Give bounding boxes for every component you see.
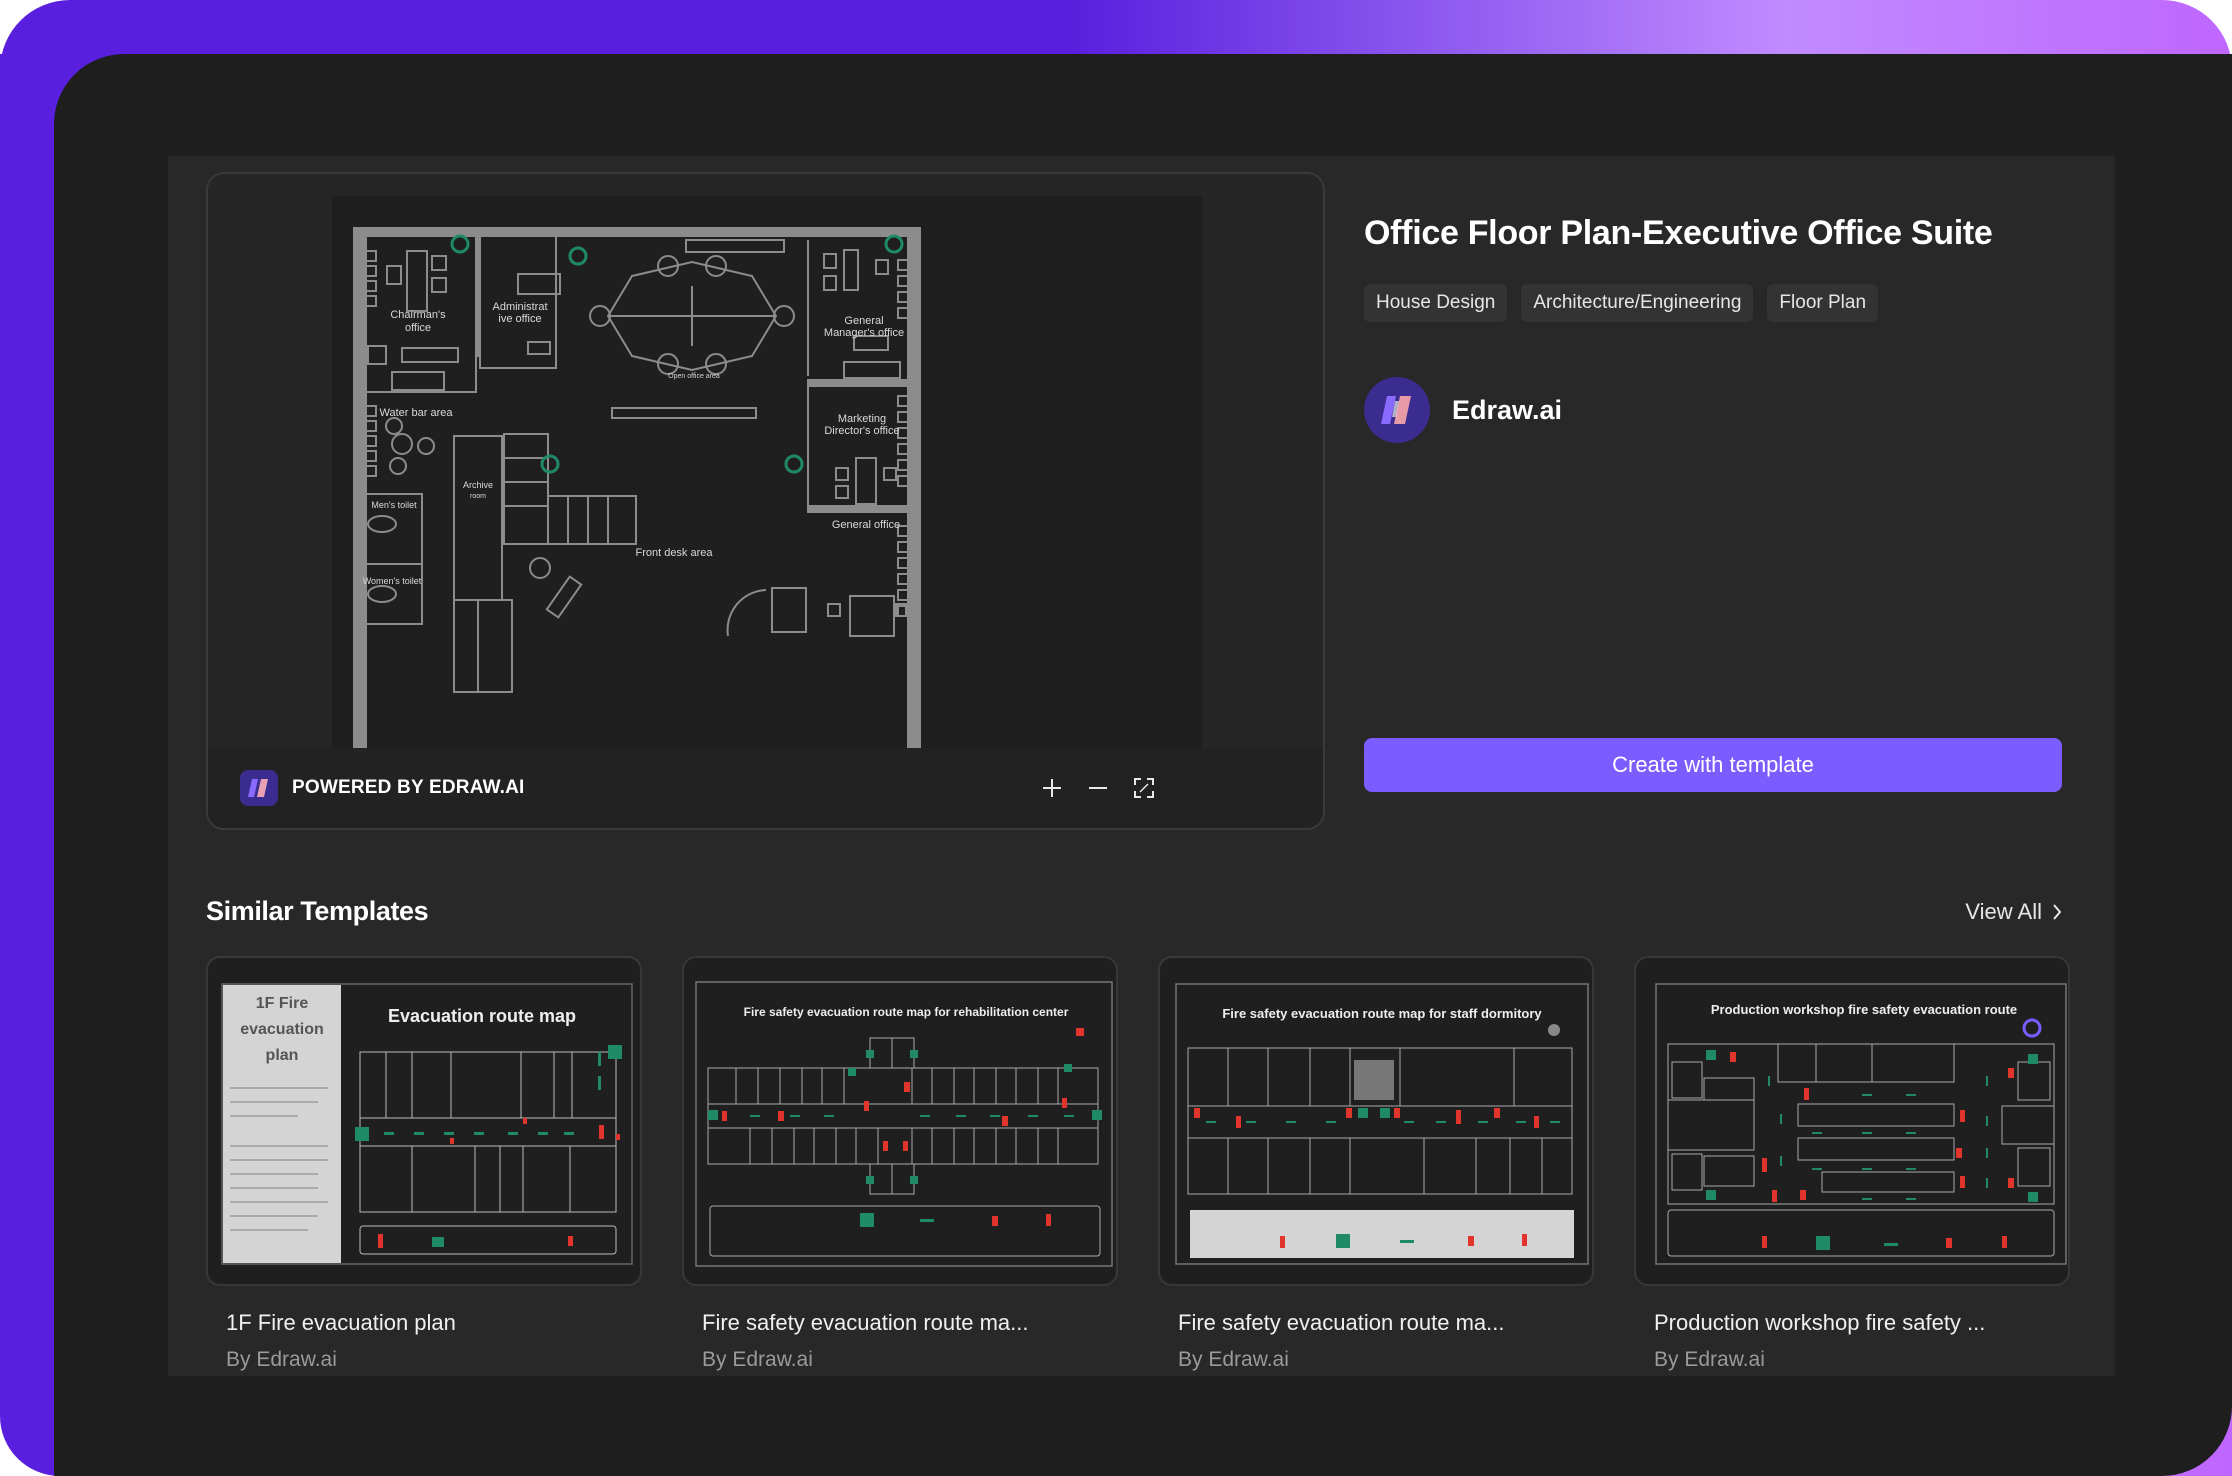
template-thumbnail[interactable]: 1F Fire evacuation plan Evacuation route… — [206, 956, 642, 1286]
template-card-author: By Edraw.ai — [226, 1348, 337, 1371]
edraw-logo-icon — [1381, 396, 1411, 424]
window-frame-edge — [0, 54, 60, 1476]
tag-list: House Design Architecture/Engineering Fl… — [1364, 284, 1879, 322]
view-all-label: View All — [1965, 899, 2042, 924]
label-chairman-1: Chairman's — [390, 309, 446, 321]
thumbnail-rehabilitation-center: Fire safety evacuation route map for reh… — [695, 981, 1113, 1267]
thumbnail-production-workshop: Production workshop fire safety evacuati… — [1655, 983, 2067, 1265]
edraw-logo-icon — [240, 770, 278, 806]
template-card-title: Fire safety evacuation route ma... — [702, 1310, 1029, 1335]
template-preview[interactable]: Chairman's office Administrat ive office… — [206, 172, 1325, 830]
label-admin-1: Administrat — [492, 301, 547, 313]
template-thumbnail[interactable]: Production workshop fire safety evacuati… — [1634, 956, 2070, 1286]
label-chairman-2: office — [405, 322, 431, 334]
label-gm-1: General — [844, 315, 883, 327]
template-card[interactable]: Fire safety evacuation route map for sta… — [1158, 956, 1594, 1372]
stairs — [503, 433, 637, 545]
wall-right — [907, 227, 921, 752]
template-card-title: Production workshop fire safety ... — [1654, 1310, 1986, 1335]
thumbnail-evacuation-plan: 1F Fire evacuation plan Evacuation route… — [221, 983, 633, 1265]
template-card-author: By Edraw.ai — [1178, 1348, 1289, 1371]
chevron-right-icon — [2053, 904, 2062, 920]
author-name: Edraw.ai — [1452, 394, 1563, 425]
label-water-bar: Water bar area — [380, 407, 454, 419]
powered-by-label: POWERED BY EDRAW.AI — [292, 777, 525, 798]
minus-icon — [1089, 787, 1107, 789]
tag-floor-plan[interactable]: Floor Plan — [1767, 284, 1879, 322]
thumb-heading: Fire safety evacuation route map for reh… — [744, 1005, 1069, 1019]
wall-left — [353, 227, 367, 752]
label-gm-2: Manager's office — [824, 327, 904, 339]
similar-templates-heading: Similar Templates — [206, 896, 429, 926]
zoom-out-button[interactable] — [1080, 770, 1116, 806]
label-archive-1: Archive — [463, 480, 493, 490]
template-card-title: 1F Fire evacuation plan — [226, 1310, 456, 1335]
label-marketing-1: Marketing — [838, 413, 886, 425]
tag-house-design[interactable]: House Design — [1364, 284, 1508, 322]
fullscreen-button[interactable] — [1126, 770, 1162, 806]
author-info[interactable]: Edraw.ai — [1364, 377, 1562, 443]
wall-top — [353, 227, 921, 237]
template-thumbnail[interactable]: Fire safety evacuation route map for sta… — [1158, 956, 1594, 1286]
label-open-office: Open office area — [668, 373, 720, 380]
label-mens-toilet: Men's toilet — [371, 500, 417, 510]
room-archive — [453, 435, 503, 601]
floor-plan-canvas[interactable]: Chairman's office Administrat ive office… — [332, 196, 1202, 752]
workstation-cluster — [589, 255, 795, 375]
thumb-heading: Evacuation route map — [388, 1006, 576, 1026]
label-front-desk: Front desk area — [635, 547, 713, 559]
tag-architecture-engineering[interactable]: Architecture/Engineering — [1521, 284, 1754, 322]
author-avatar — [1364, 377, 1430, 443]
thumb-heading: Production workshop fire safety evacuati… — [1711, 1002, 2017, 1017]
room-womens-toilet — [365, 563, 423, 625]
thumb-side-1: 1F Fire — [256, 995, 309, 1012]
label-admin-2: ive office — [498, 313, 541, 325]
template-card[interactable]: 1F Fire evacuation plan Evacuation route… — [206, 956, 642, 1372]
thumbnail-staff-dormitory: Fire safety evacuation route map for sta… — [1175, 983, 1589, 1265]
preview-toolbar: POWERED BY EDRAW.AI — [208, 748, 1323, 828]
template-card[interactable]: Fire safety evacuation route map for reh… — [682, 956, 1118, 1372]
thumb-side-2: evacuation — [240, 1021, 324, 1038]
zoom-in-button[interactable] — [1034, 770, 1070, 806]
floor-plan-drawing: Chairman's office Administrat ive office… — [353, 227, 921, 752]
powered-by: POWERED BY EDRAW.AI — [240, 770, 525, 806]
label-womens-toilet: Women's toilet — [363, 576, 422, 586]
label-marketing-2: Director's office — [824, 425, 899, 437]
thumb-side-3: plan — [266, 1047, 299, 1064]
template-card-author: By Edraw.ai — [702, 1348, 813, 1371]
template-card[interactable]: Production workshop fire safety evacuati… — [1634, 956, 2070, 1372]
expand-icon — [1134, 778, 1154, 798]
label-archive-2: room — [470, 493, 486, 500]
plus-icon — [1043, 779, 1061, 797]
template-title: Office Floor Plan-Executive Office Suite — [1364, 214, 1993, 252]
label-general-office: General office — [832, 519, 900, 531]
windows-right — [897, 259, 909, 617]
template-card-author: By Edraw.ai — [1654, 1348, 1765, 1371]
bench-row — [611, 407, 757, 419]
similar-templates-list: 1F Fire evacuation plan Evacuation route… — [206, 956, 2070, 1372]
thumb-heading: Fire safety evacuation route map for sta… — [1222, 1006, 1542, 1021]
template-thumbnail[interactable]: Fire safety evacuation route map for reh… — [682, 956, 1118, 1286]
template-card-title: Fire safety evacuation route ma... — [1178, 1310, 1505, 1335]
create-with-template-button[interactable]: Create with template — [1364, 738, 2062, 792]
view-all-link[interactable]: View All — [1965, 899, 2062, 925]
